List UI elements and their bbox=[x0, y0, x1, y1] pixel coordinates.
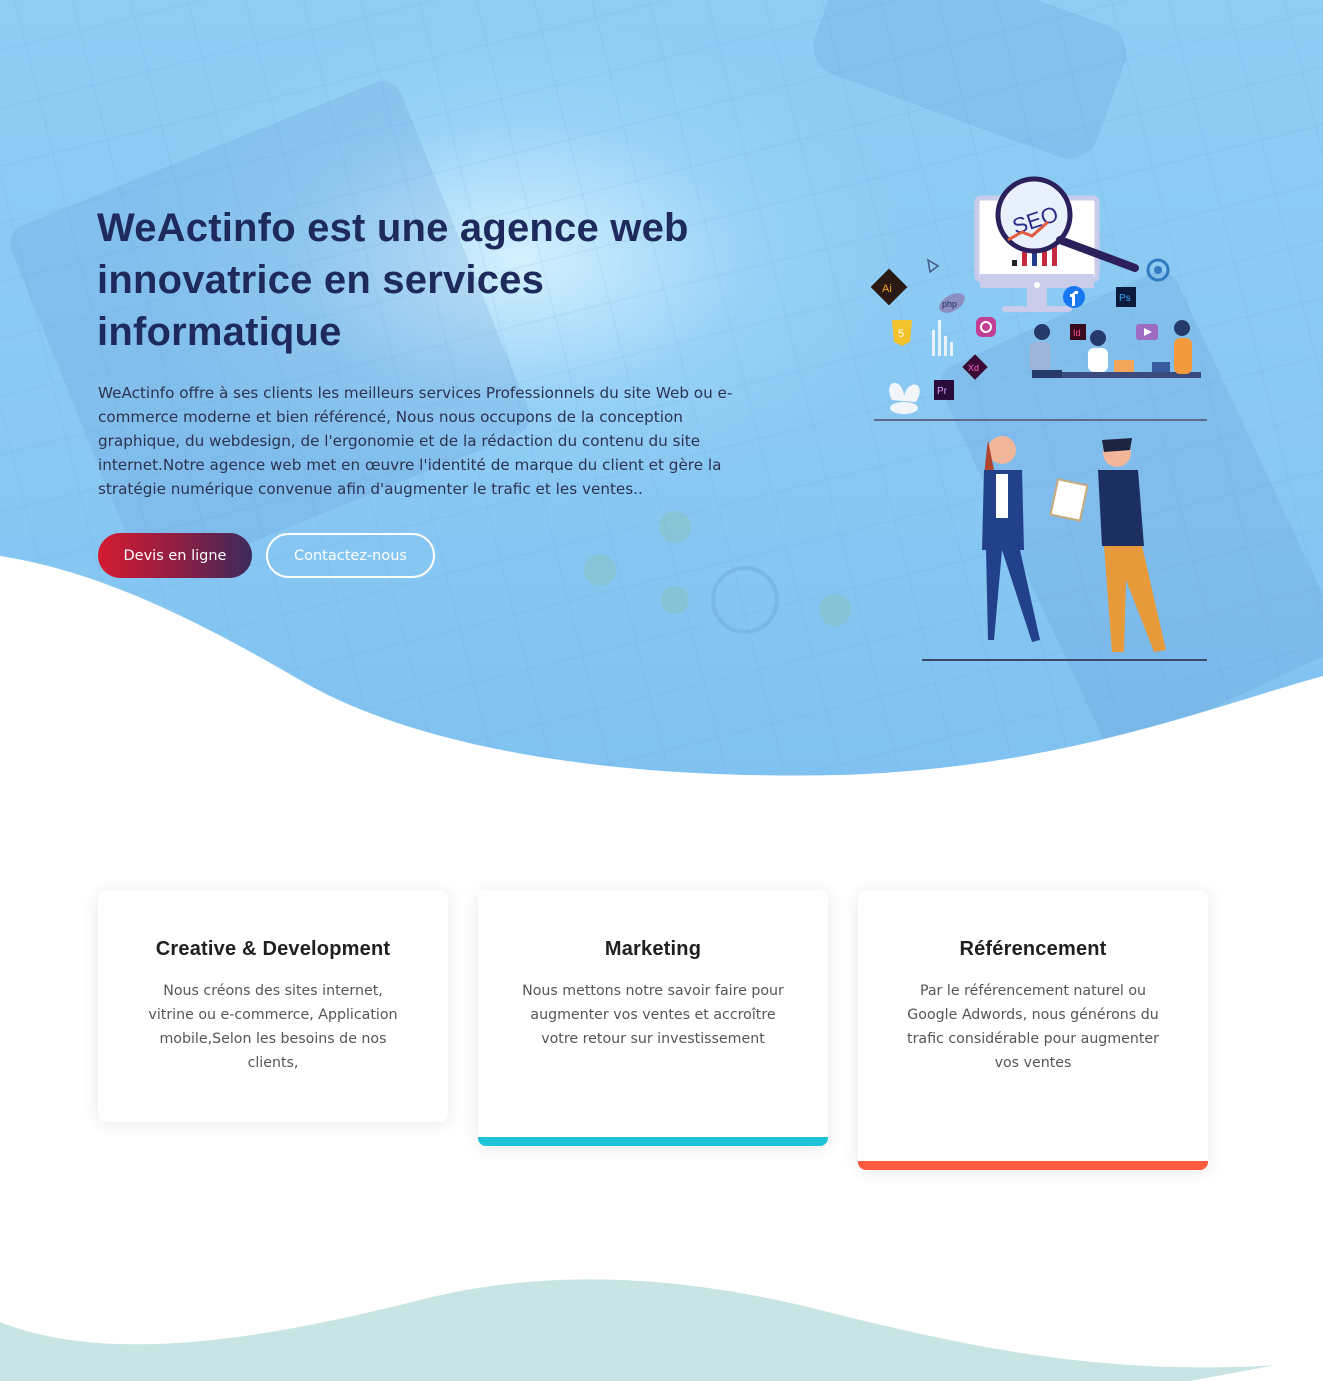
xd-icon: Xd bbox=[962, 354, 988, 380]
ai-icon: Ai bbox=[870, 268, 908, 306]
facebook-icon bbox=[1063, 286, 1085, 308]
team-at-desk bbox=[1030, 320, 1192, 378]
id-icon: Id bbox=[1070, 324, 1086, 340]
footer-wave bbox=[0, 1279, 1323, 1381]
service-card-marketing: Marketing Nous mettons notre savoir fair… bbox=[478, 890, 828, 1146]
service-title: Référencement bbox=[959, 938, 1107, 960]
service-description: Nous mettons notre savoir faire pour aug… bbox=[522, 983, 784, 1047]
svg-text:5: 5 bbox=[898, 328, 904, 340]
service-description: Par le référencement naturel ou Google A… bbox=[907, 983, 1159, 1071]
devis-en-ligne-button[interactable]: Devis en ligne bbox=[98, 533, 252, 578]
instagram-icon bbox=[976, 317, 996, 337]
service-card-referencement: Référencement Par le référencement natur… bbox=[858, 890, 1208, 1170]
service-title: Marketing bbox=[604, 938, 702, 960]
svg-text:Id: Id bbox=[1073, 328, 1081, 338]
youtube-icon bbox=[1136, 324, 1158, 340]
hero-illustration: SEO Ai php 5 Xd Pr Id Ps bbox=[870, 176, 1207, 661]
service-description: Nous créons des sites internet, vitrine … bbox=[148, 983, 398, 1071]
business-people-illustration bbox=[922, 436, 1207, 661]
html5-icon: 5 bbox=[892, 320, 912, 346]
svg-text:Xd: Xd bbox=[968, 363, 979, 373]
hero-description: WeActinfo offre à ses clients les meille… bbox=[98, 384, 733, 498]
php-icon: php bbox=[939, 293, 965, 313]
svg-text:Pr: Pr bbox=[937, 386, 948, 397]
svg-text:Ai: Ai bbox=[882, 283, 892, 295]
svg-text:php: php bbox=[942, 299, 957, 309]
ps-icon: Ps bbox=[1116, 287, 1136, 307]
wordpress-icon bbox=[1146, 258, 1170, 282]
svg-text:Ps: Ps bbox=[1119, 293, 1131, 304]
hero-title: WeActinfo est une agence web innovatrice… bbox=[97, 206, 689, 354]
pr-icon: Pr bbox=[934, 380, 954, 400]
service-card-creative: Creative & Development Nous créons des s… bbox=[98, 890, 448, 1122]
contact-button[interactable]: Contactez-nous bbox=[266, 533, 435, 578]
service-title: Creative & Development bbox=[155, 938, 391, 960]
hero-section: WeActinfo est une agence web innovatrice… bbox=[0, 0, 1323, 780]
